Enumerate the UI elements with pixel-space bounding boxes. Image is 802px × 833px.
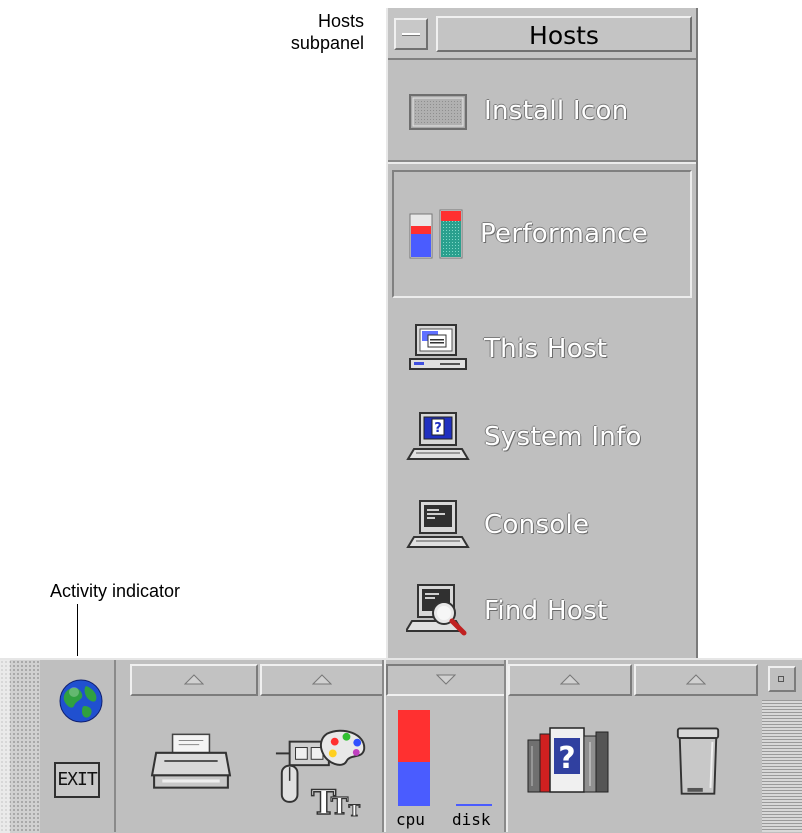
trash-subpanel-arrow[interactable] — [634, 664, 758, 696]
subpanel-item-performance[interactable]: Performance — [392, 170, 692, 298]
svg-text:?: ? — [434, 421, 442, 436]
up-arrow-icon — [312, 674, 332, 685]
svg-text:T: T — [348, 801, 360, 820]
slot-divider — [382, 660, 386, 832]
subpanel-separator — [388, 160, 696, 164]
slot-divider — [504, 660, 508, 832]
this-host-label: This Host — [484, 334, 608, 364]
minimize-square-icon — [778, 676, 784, 682]
subpanel-close-button[interactable] — [394, 18, 428, 50]
callout-line-1: Hosts — [317, 11, 364, 31]
console-label: Console — [484, 510, 590, 540]
hosts-subpanel-callout: Hosts subpanel — [291, 10, 364, 54]
console-terminal-icon — [406, 500, 470, 548]
find-host-icon — [406, 584, 467, 636]
help-subpanel-arrow[interactable] — [508, 664, 632, 696]
system-info-icon: ? — [406, 412, 470, 460]
printer-subpanel-arrow[interactable] — [130, 664, 258, 696]
globe-icon — [59, 679, 103, 723]
activity-leader-line — [77, 604, 78, 656]
subpanel-item-find-host[interactable]: Find Host — [392, 568, 692, 654]
exit-button[interactable]: EXIT — [54, 762, 100, 798]
activity-indicator-callout: Activity indicator — [50, 581, 181, 601]
cpu-meter-red-segment — [398, 710, 430, 762]
subpanel-item-this-host[interactable]: This Host — [392, 306, 692, 392]
style-manager-icon[interactable]: T T T — [272, 724, 370, 822]
subpanel-item-console[interactable]: Console — [392, 482, 692, 568]
cpu-meter-bar — [398, 710, 430, 806]
panel-minimize-button[interactable] — [768, 666, 796, 692]
install-icon-drop-zone[interactable]: Install Icon — [392, 66, 692, 156]
style-manager-subpanel-arrow[interactable] — [260, 664, 384, 696]
subpanel-item-system-info[interactable]: ? System Info — [392, 394, 692, 480]
cpu-label: cpu — [396, 810, 425, 829]
workspace-switch-area: EXIT — [40, 660, 116, 832]
subpanel-titlebar: Hosts — [388, 8, 696, 60]
minimize-dash-icon — [402, 33, 420, 36]
install-icon-label: Install Icon — [484, 96, 629, 126]
disk-meter-line — [456, 804, 492, 806]
front-panel: EXIT T T T cpu disk ? — [0, 658, 802, 833]
callout-line-2: subpanel — [290, 33, 364, 53]
workstation-icon — [409, 324, 467, 370]
svg-text:T: T — [331, 792, 349, 820]
disk-label: disk — [452, 810, 491, 829]
panel-right-handle[interactable] — [762, 700, 802, 832]
down-arrow-icon — [436, 674, 456, 685]
subpanel-title: Hosts — [436, 16, 692, 52]
find-host-label: Find Host — [484, 596, 608, 626]
system-info-label: System Info — [484, 422, 642, 452]
trash-can-icon[interactable] — [674, 722, 722, 804]
help-books-icon[interactable]: ? — [524, 722, 614, 806]
printer-icon[interactable] — [150, 730, 232, 792]
hosts-subpanel-arrow[interactable] — [386, 664, 506, 696]
panel-edge — [0, 660, 10, 833]
hosts-subpanel: Hosts Install Icon Performance This Host… — [386, 8, 698, 660]
performance-meter-icon — [409, 209, 463, 259]
cpu-disk-meter[interactable]: cpu disk — [392, 704, 500, 832]
up-arrow-icon — [560, 674, 580, 685]
up-arrow-icon — [686, 674, 706, 685]
install-icon-drop-zone-icon — [409, 94, 467, 130]
performance-label: Performance — [480, 219, 649, 249]
svg-text:?: ? — [558, 741, 575, 776]
up-arrow-icon — [184, 674, 204, 685]
